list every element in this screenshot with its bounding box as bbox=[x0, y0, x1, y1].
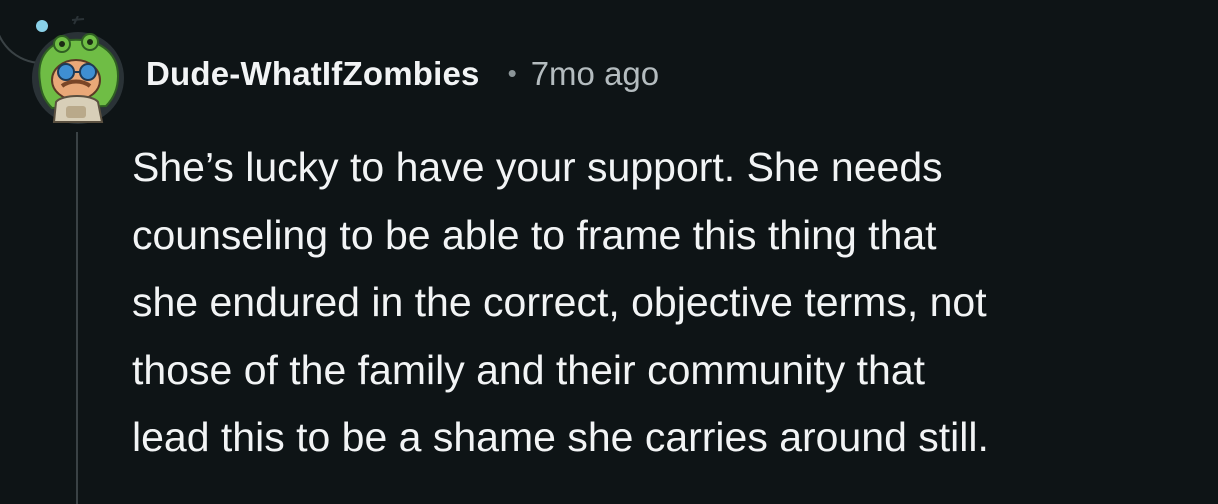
thread-line[interactable] bbox=[76, 132, 78, 504]
frog-hat-avatar-icon bbox=[32, 15, 124, 124]
comment-header: Dude-WhatIfZombies • 7mo ago bbox=[146, 52, 659, 96]
username-link[interactable]: Dude-WhatIfZombies bbox=[146, 55, 480, 93]
comment-body-line: She’s lucky to have your support. She ne… bbox=[132, 144, 943, 190]
comment-body-line: those of the family and their community … bbox=[132, 346, 926, 393]
comment-body-line: counseling to be able to frame this thin… bbox=[132, 211, 937, 258]
comment-body-line: lead this to be a shame she carries arou… bbox=[132, 414, 989, 460]
user-avatar[interactable] bbox=[26, 15, 130, 124]
meta-separator: • bbox=[507, 57, 517, 88]
comment-body: She’s lucky to have your support. She ne… bbox=[132, 134, 989, 472]
comment-body-line: she endured in the correct, objective te… bbox=[132, 279, 987, 325]
timestamp[interactable]: 7mo ago bbox=[531, 55, 659, 93]
